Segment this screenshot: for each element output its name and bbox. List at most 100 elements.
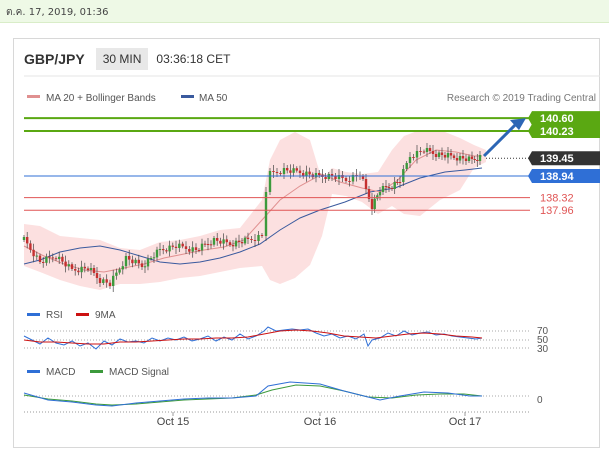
candle-body [376, 195, 379, 199]
level-label: 140.60 [540, 113, 574, 125]
candle-body [67, 264, 70, 267]
candle-body [390, 188, 394, 189]
candle-body [467, 156, 471, 161]
candle-body [105, 279, 108, 283]
candle-body [121, 266, 124, 270]
rsi-swatch [27, 313, 40, 316]
candle-body [118, 269, 121, 273]
candle-body [428, 148, 432, 151]
macd-panel: 0 [23, 381, 543, 407]
candle-body [405, 163, 408, 169]
candle-body [412, 157, 415, 158]
candle-body [203, 243, 207, 245]
candle-body [32, 249, 35, 257]
candle-body [64, 261, 67, 267]
candle-body [425, 148, 429, 152]
candle-body [128, 256, 131, 260]
candle-body [461, 156, 465, 159]
candle-body [396, 182, 399, 183]
candle-body [77, 270, 80, 273]
candle-body [206, 244, 210, 245]
candle-body [149, 258, 153, 259]
candle-body [302, 173, 305, 176]
candle-body [83, 266, 86, 269]
candle-body [212, 238, 216, 245]
candle-body [431, 151, 435, 154]
x-axis: Oct 15 Oct 16 Oct 17 [24, 411, 530, 428]
macd-signal-swatch [90, 370, 103, 373]
rsi-legend: RSI 9MA [27, 310, 116, 321]
candle-body [26, 237, 29, 244]
candle-body [398, 182, 402, 183]
candle-body [279, 173, 282, 174]
candle-body [54, 258, 58, 260]
x-tick-label-oct17: Oct 17 [449, 416, 481, 428]
macd-swatch [27, 370, 40, 373]
legend-ma20: MA 20 + Bollinger Bands [27, 93, 156, 104]
candle-body [181, 243, 184, 247]
candle-body [155, 249, 159, 258]
candle-body [92, 268, 96, 273]
macd-label: MACD [46, 367, 75, 378]
candle-body [45, 256, 48, 263]
candle-body [295, 168, 298, 171]
ma20-swatch [27, 95, 40, 98]
candle-body [257, 235, 260, 241]
rsi-30-label: 30 [537, 344, 549, 355]
legend-ma50: MA 50 [181, 93, 228, 104]
candle-body [70, 264, 74, 269]
candle-body [143, 266, 147, 268]
candle-body [272, 171, 275, 172]
candle-body [470, 156, 474, 159]
candle-body [115, 272, 118, 276]
candle-body [234, 240, 238, 247]
candle-body [419, 151, 422, 152]
level-label: 137.96 [540, 205, 574, 217]
candle-body [29, 243, 32, 250]
candle-body [443, 155, 447, 158]
candle-body [253, 240, 257, 241]
candle-body [264, 192, 268, 236]
candle [264, 187, 268, 241]
macd-signal-line [23, 384, 483, 406]
candle-body [318, 173, 321, 175]
candle-body [314, 173, 318, 178]
candle-body [61, 256, 64, 262]
candle-body [174, 246, 178, 248]
candle-body [292, 168, 295, 173]
candle-body [184, 246, 188, 249]
candle-body [237, 240, 241, 242]
candle-body [415, 151, 419, 158]
level-label: 138.32 [540, 193, 574, 205]
candle-body [384, 186, 388, 187]
candle-body [305, 171, 308, 176]
candle-body [378, 192, 382, 196]
candle-body [112, 275, 115, 286]
candle-body [478, 155, 482, 161]
candle-body [240, 242, 244, 244]
candle-body [364, 179, 368, 189]
candle-body [408, 157, 412, 163]
candle-body [74, 269, 77, 271]
candle-body [219, 240, 222, 244]
candle-body [275, 172, 279, 173]
candle-body [42, 262, 45, 263]
macd-signal-label: MACD Signal [109, 367, 169, 378]
candle-body [370, 199, 374, 209]
candle-body [48, 256, 51, 258]
candle-body [168, 245, 171, 252]
candle-body [137, 259, 140, 264]
candle-body [152, 257, 156, 259]
legend-ma50-text: MA 50 [199, 93, 228, 104]
chart-svg: MA 20 + Bollinger Bands MA 50 Research ©… [22, 75, 600, 428]
candle-body [58, 256, 61, 259]
level-139-45: 139.45 [486, 151, 600, 166]
candle-body [348, 181, 351, 182]
candle-body [476, 160, 479, 161]
candle-body [344, 178, 348, 181]
candle-body [286, 168, 289, 171]
candle-body [440, 152, 444, 155]
candle-body [422, 151, 426, 153]
level-label: 139.45 [540, 153, 574, 165]
candle [268, 168, 272, 195]
